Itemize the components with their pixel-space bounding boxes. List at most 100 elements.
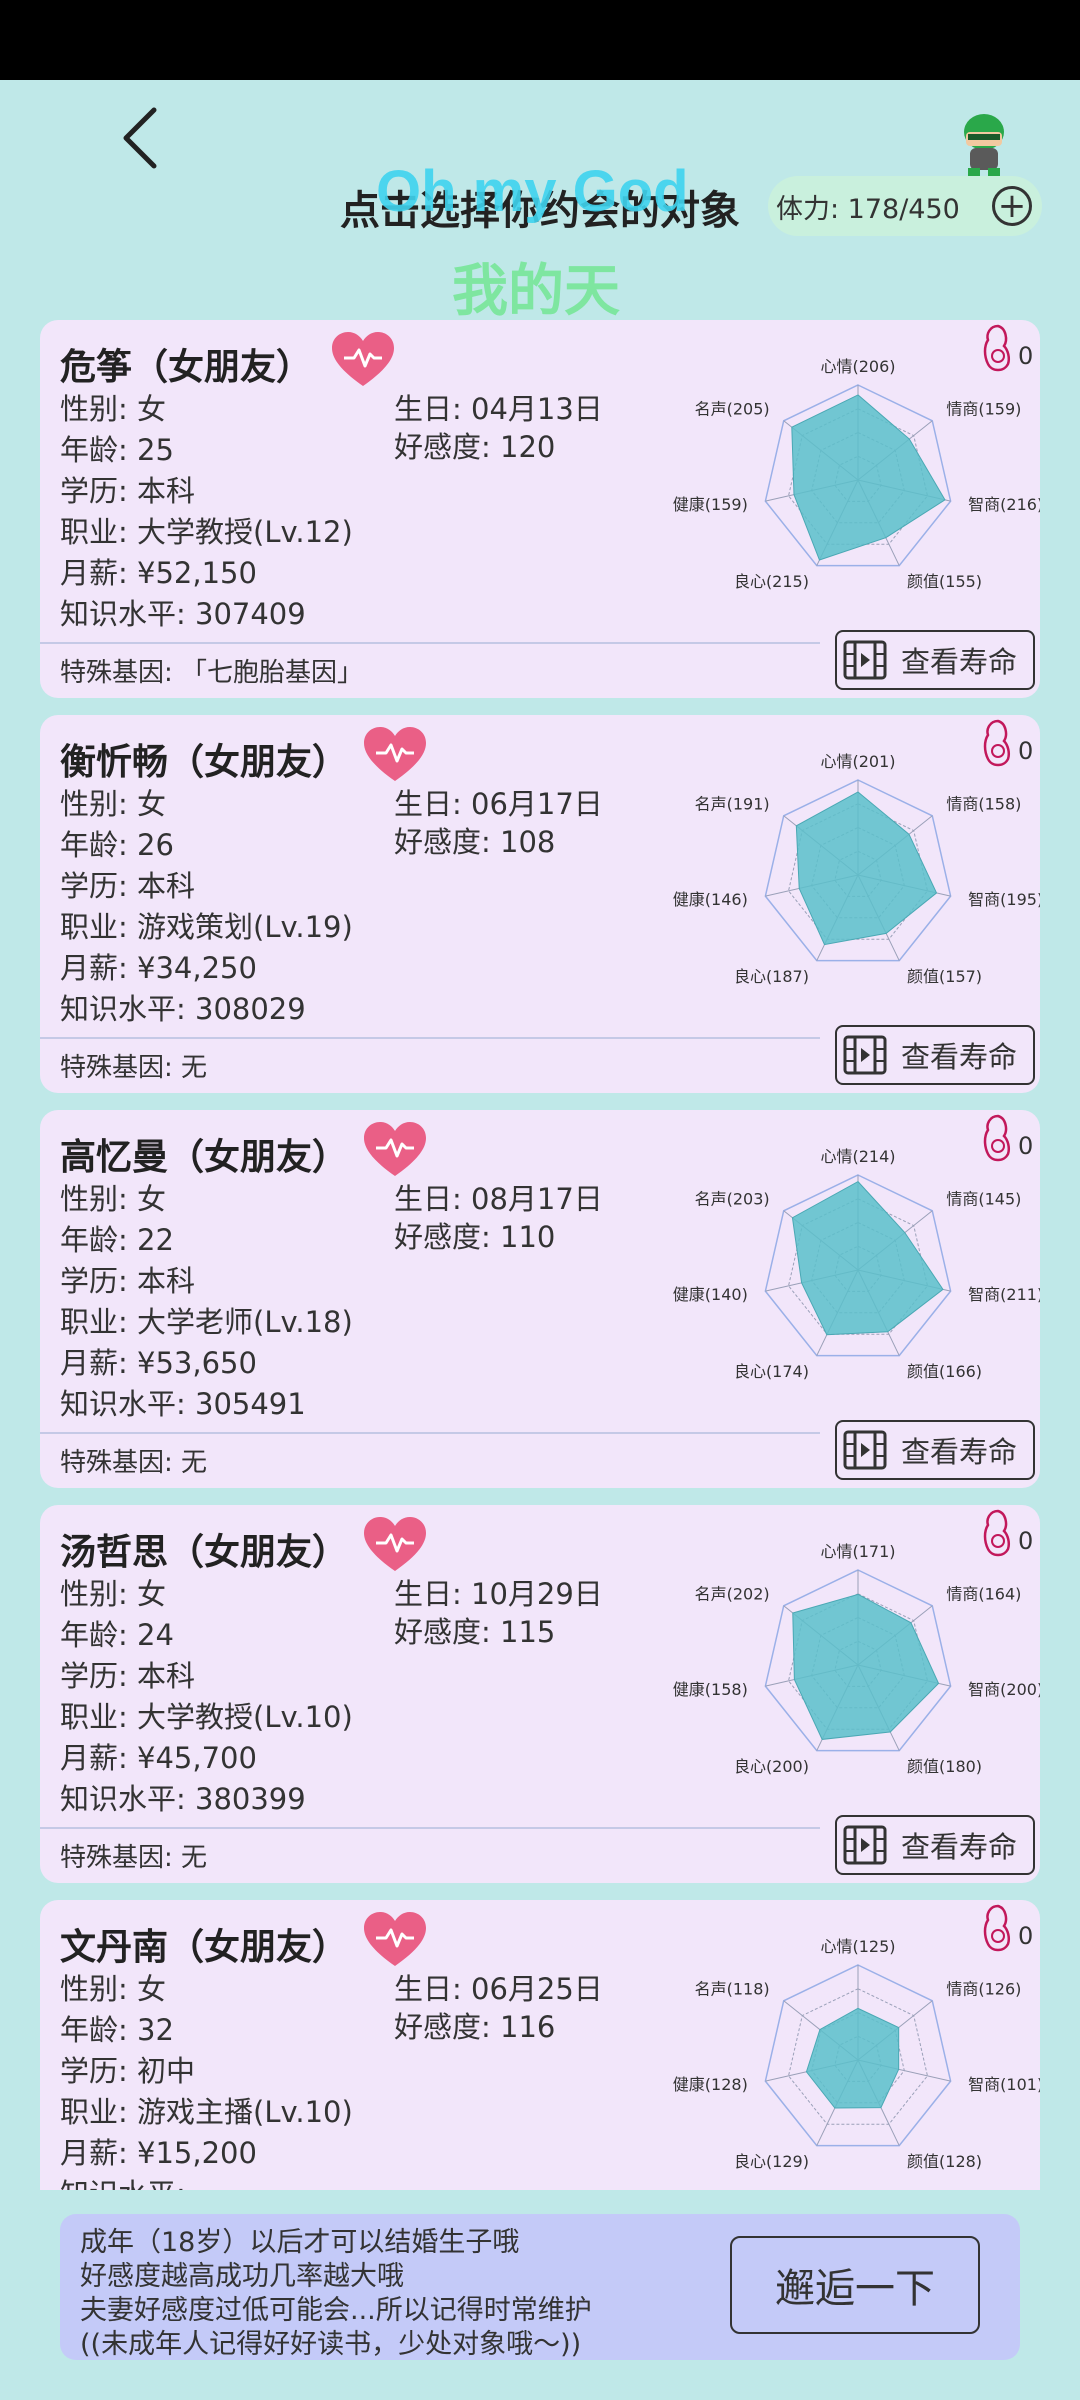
- add-stamina-button[interactable]: +: [992, 186, 1032, 226]
- field-job: 职业: 游戏主播(Lv.10): [60, 2095, 353, 2129]
- field-job: 职业: 大学教授(Lv.10): [60, 1700, 353, 1734]
- field-knowledge: 知识水平: 307409: [60, 597, 306, 631]
- view-lifespan-button[interactable]: 查看寿命: [835, 1420, 1035, 1480]
- field-salary: 月薪: ¥34,250: [60, 951, 257, 985]
- divider: [40, 642, 820, 644]
- radar-axis-label: 颜值(155): [907, 572, 982, 591]
- field-knowledge: 知识水平: 305491: [60, 1387, 306, 1421]
- radar-axis-label: 良心(215): [734, 572, 809, 591]
- field-gender: 性别: 女: [60, 1182, 167, 1216]
- encounter-button[interactable]: 邂逅一下: [730, 2236, 980, 2334]
- field-age: 年龄: 24: [60, 1618, 174, 1652]
- stamina-pill: 体力: 178/450 +: [768, 176, 1042, 236]
- field-age: 年龄: 26: [60, 828, 174, 862]
- character-card[interactable]: 高忆曼（女朋友） 性别: 女年龄: 22 学历: 本科职业: 大学老师(Lv.18…: [40, 1110, 1040, 1488]
- field-knowledge: 知识水平: 380399: [60, 1782, 306, 1816]
- overlay-caption-en: Oh my God: [376, 159, 689, 224]
- field-birthday: 生日: 10月29日: [394, 1577, 603, 1611]
- video-icon: [843, 1430, 887, 1470]
- radar-axis-label: 健康(146): [673, 890, 748, 909]
- field-affinity: 好感度: 110: [394, 1220, 556, 1254]
- character-card[interactable]: 汤哲思（女朋友） 性别: 女年龄: 24 学历: 本科 职业: 大学教授(Lv.10…: [40, 1505, 1040, 1883]
- radar-axis-label: 智商(200): [968, 1680, 1040, 1699]
- character-card[interactable]: 衡忻畅（女朋友） 性别: 女年龄: 26 学历: 本科 职业: 游戏策划(Lv.19…: [40, 715, 1040, 1093]
- field-job: 职业: 游戏策划(Lv.19): [60, 910, 353, 944]
- plus-icon: +: [997, 186, 1027, 226]
- character-card[interactable]: 危筝（女朋友） 性别: 女年龄: 25 学历: 本科 职业: 大学教授(Lv.12)…: [40, 320, 1040, 698]
- field-birthday: 生日: 06月25日: [394, 1972, 603, 2006]
- field-birthday: 生日: 08月17日: [394, 1182, 603, 1216]
- heart-icon: [332, 332, 394, 386]
- view-lifespan-button[interactable]: 查看寿命: [835, 1025, 1035, 1085]
- radar-axis-label: 智商(211): [968, 1285, 1040, 1304]
- character-list[interactable]: 危筝（女朋友） 性别: 女年龄: 25 学历: 本科 职业: 大学教授(Lv.12)…: [40, 320, 1040, 2190]
- chevron-left-icon: [123, 107, 157, 169]
- attribute-radar-chart: 心情(171) 情商(164) 智商(200) 颜值(180) 良心(200) 健康(15…: [673, 1542, 1040, 1776]
- field-age: 年龄: 32: [60, 2013, 174, 2047]
- video-icon: [843, 1035, 887, 1075]
- heart-icon: [364, 727, 426, 781]
- view-lifespan-button[interactable]: 查看寿命: [835, 1815, 1035, 1875]
- field-gender: 性别: 女: [60, 787, 167, 821]
- radar-axis-label: 情商(159): [946, 400, 1021, 419]
- radar-axis-label: 智商(195): [968, 890, 1040, 909]
- field-education: 学历: 本科: [60, 1659, 196, 1693]
- field-affinity: 好感度: 108: [394, 825, 556, 859]
- character-name: 高忆曼（女朋友）: [60, 1137, 349, 1178]
- heart-icon: [364, 1517, 426, 1571]
- field-affinity: 好感度: 115: [394, 1615, 556, 1649]
- field-job: 职业: 大学教授(Lv.12): [60, 515, 353, 549]
- radar-axis-label: 心情(125): [820, 1937, 895, 1956]
- radar-axis-label: 名声(203): [695, 1190, 770, 1209]
- radar-axis-label: 颜值(166): [907, 1362, 982, 1381]
- radar-axis-label: 健康(158): [673, 1680, 748, 1699]
- field-affinity: 好感度: 116: [394, 2010, 556, 2044]
- field-age: 年龄: 25: [60, 433, 174, 467]
- radar-axis-label: 智商(216): [968, 495, 1040, 514]
- view-lifespan-button[interactable]: 查看寿命: [835, 630, 1035, 690]
- field-salary: 月薪: ¥45,700: [60, 1741, 257, 1775]
- radar-axis-label: 健康(140): [673, 1285, 748, 1304]
- radar-value-area: [795, 791, 938, 946]
- back-button[interactable]: [110, 98, 170, 178]
- radar-axis-label: 心情(214): [820, 1147, 895, 1166]
- radar-value-area: [805, 2007, 900, 2109]
- field-salary: 月薪: ¥53,650: [60, 1346, 257, 1380]
- field-gene: 特殊基因: 无: [60, 1448, 208, 1478]
- radar-axis-label: 名声(202): [695, 1585, 770, 1604]
- divider: [40, 1827, 820, 1829]
- footer-panel: 成年（18岁）以后才可以结婚生子哦 好感度越高成功几率越大哦 夫妻好感度过低可能…: [60, 2214, 1020, 2360]
- heart-icon: [364, 1912, 426, 1966]
- field-education: 学历: 本科: [60, 1264, 196, 1298]
- radar-axis-label: 名声(205): [695, 400, 770, 419]
- tip-text: ((未成年人记得好好读书，少处对象哦～)): [80, 2329, 582, 2360]
- radar-axis-label: 颜值(157): [907, 967, 982, 986]
- field-age: 年龄: 22: [60, 1223, 174, 1257]
- view-lifespan-label: 查看寿命: [901, 1830, 1018, 1864]
- field-education: 学历: 本科: [60, 474, 196, 508]
- radar-axis-label: 心情(171): [820, 1542, 895, 1561]
- field-job: 职业: 大学老师(Lv.18): [60, 1305, 353, 1339]
- field-birthday: 生日: 06月17日: [394, 787, 603, 821]
- radar-axis-label: 心情(201): [820, 752, 895, 771]
- character-card[interactable]: 文丹南（女朋友） 性别: 女年龄: 32 学历: 初中 职业: 游戏主播(Lv.10…: [40, 1900, 1040, 2190]
- field-knowledge: 知识水平: 308029: [60, 992, 306, 1026]
- radar-axis-label: 健康(159): [673, 495, 748, 514]
- view-lifespan-label: 查看寿命: [901, 1435, 1018, 1469]
- radar-axis-label: 良心(187): [734, 967, 809, 986]
- radar-axis-label: 颜值(128): [907, 2152, 982, 2171]
- radar-axis-label: 名声(118): [695, 1980, 770, 1999]
- field-gender: 性别: 女: [60, 1577, 167, 1611]
- radar-axis-label: 良心(200): [734, 1757, 809, 1776]
- radar-axis-label: 健康(128): [673, 2075, 748, 2094]
- view-lifespan-label: 查看寿命: [901, 645, 1018, 679]
- video-icon: [843, 1825, 887, 1865]
- attribute-radar-chart: 心情(125) 情商(126) 智商(101) 颜值(128) 良心(129) 健康(12…: [673, 1937, 1040, 2171]
- mascot-icon[interactable]: [954, 110, 1014, 180]
- radar-axis-label: 情商(145): [946, 1190, 1021, 1209]
- radar-value-area: [791, 394, 946, 561]
- character-name: 文丹南（女朋友）: [60, 1927, 349, 1968]
- status-bar: [0, 0, 1080, 80]
- attribute-radar-chart: 心情(214) 情商(145) 智商(211) 颜值(166) 良心(174) 健康(14…: [673, 1147, 1040, 1381]
- radar-axis-label: 情商(158): [946, 795, 1021, 814]
